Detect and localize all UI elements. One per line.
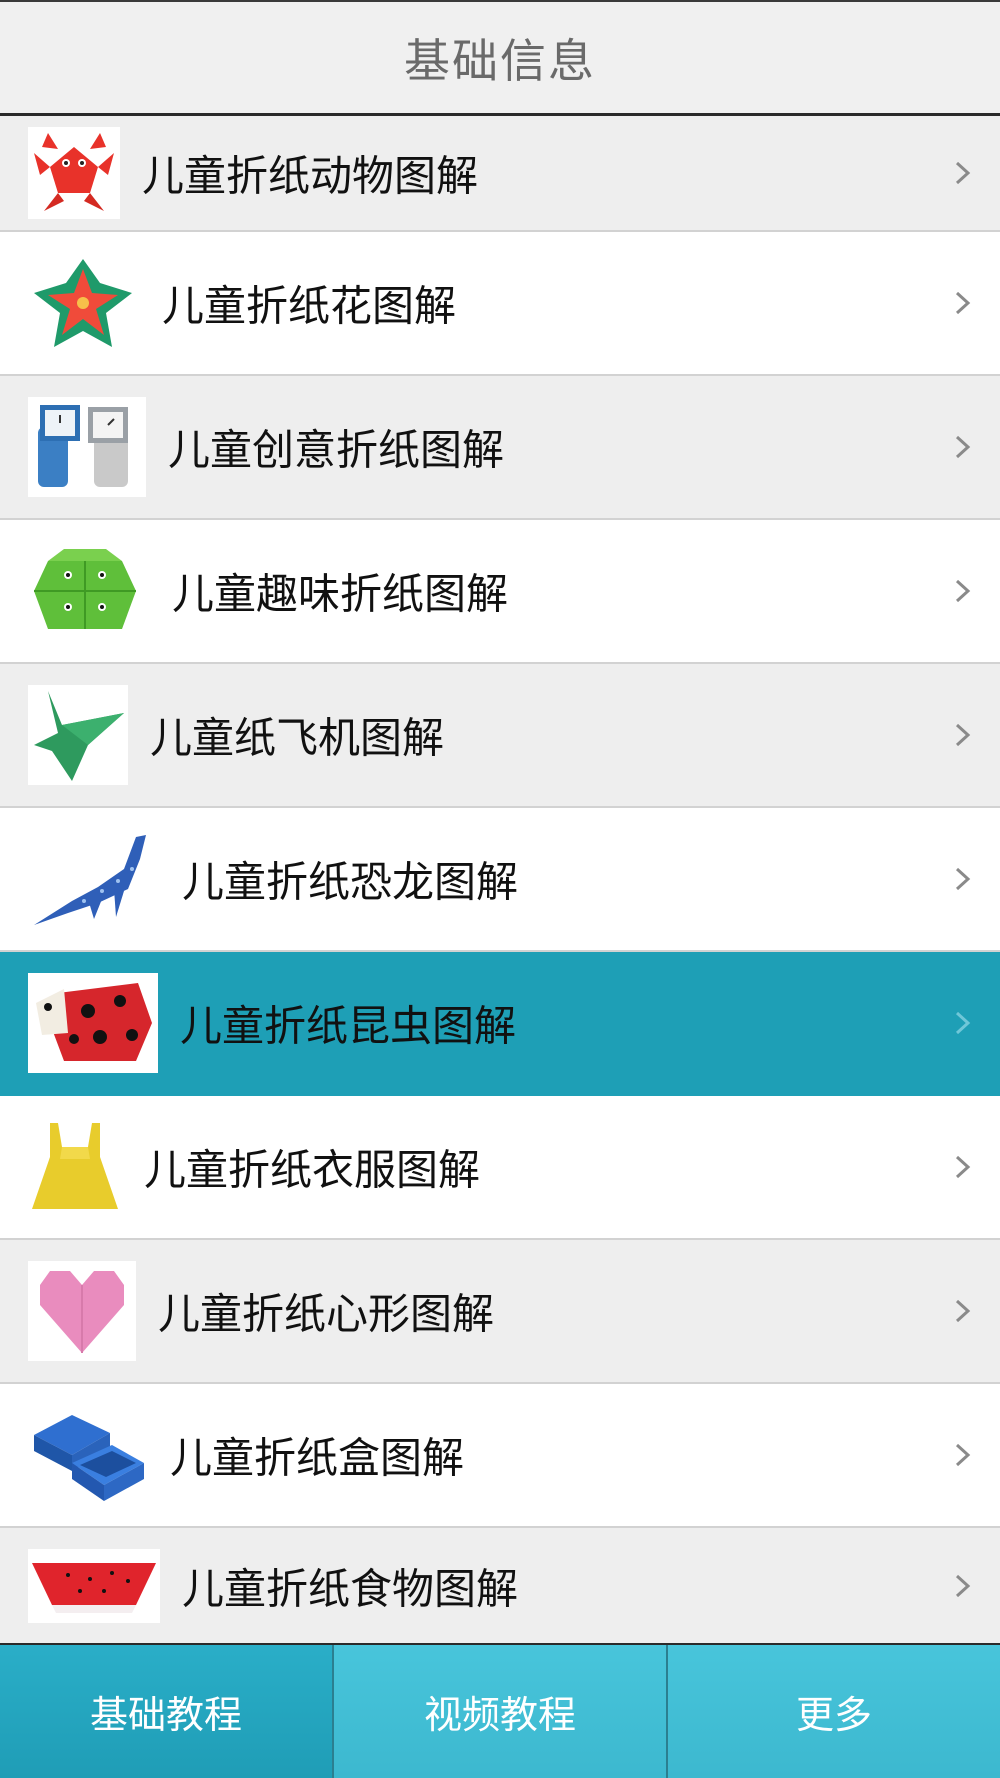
origami-watermelon-icon bbox=[28, 1548, 160, 1623]
chevron-right-icon bbox=[955, 723, 971, 747]
list-item-animal[interactable]: 儿童折纸动物图解 bbox=[0, 116, 1000, 232]
origami-flower-icon bbox=[28, 253, 138, 353]
chevron-right-icon bbox=[955, 161, 971, 185]
list-item-fun[interactable]: 儿童趣味折纸图解 bbox=[0, 520, 1000, 664]
tab-more[interactable]: 更多 bbox=[668, 1645, 1000, 1778]
list-item-label: 儿童纸飞机图解 bbox=[150, 713, 445, 763]
list-item-label: 儿童创意折纸图解 bbox=[168, 425, 505, 475]
list-item-flower[interactable]: 儿童折纸花图解 bbox=[0, 232, 1000, 376]
origami-box-icon bbox=[28, 1405, 148, 1505]
chevron-right-icon bbox=[955, 1011, 971, 1035]
origami-watch-icon bbox=[28, 397, 146, 497]
chevron-right-icon bbox=[955, 1155, 971, 1179]
origami-crab-icon bbox=[28, 127, 120, 219]
list-item-airplane[interactable]: 儿童纸飞机图解 bbox=[0, 664, 1000, 808]
tab-video-tutorial[interactable]: 视频教程 bbox=[334, 1645, 668, 1778]
list-item-dinosaur[interactable]: 儿童折纸恐龙图解 bbox=[0, 808, 1000, 952]
list-item-heart[interactable]: 儿童折纸心形图解 bbox=[0, 1240, 1000, 1384]
tab-basic-tutorial[interactable]: 基础教程 bbox=[0, 1645, 334, 1778]
chevron-right-icon bbox=[955, 435, 971, 459]
list-item-label: 儿童折纸昆虫图解 bbox=[180, 1001, 517, 1051]
page-title: 基础信息 bbox=[404, 33, 596, 88]
category-list[interactable]: 儿童折纸动物图解 儿童折纸花图解 儿童创意折纸图解 儿童趣味折纸图解 儿童纸飞机… bbox=[0, 116, 1000, 1643]
chevron-right-icon bbox=[955, 291, 971, 315]
list-item-label: 儿童折纸食物图解 bbox=[182, 1564, 519, 1613]
list-item-food[interactable]: 儿童折纸食物图解 bbox=[0, 1528, 1000, 1643]
list-item-label: 儿童折纸花图解 bbox=[162, 281, 457, 331]
origami-dress-icon bbox=[28, 1117, 122, 1217]
chevron-right-icon bbox=[955, 867, 971, 891]
list-item-creative[interactable]: 儿童创意折纸图解 bbox=[0, 376, 1000, 520]
bottom-tab-bar: 基础教程 视频教程 更多 bbox=[0, 1643, 1000, 1778]
origami-dinosaur-icon bbox=[28, 829, 156, 929]
origami-airplane-icon bbox=[28, 685, 128, 785]
chevron-right-icon bbox=[955, 1443, 971, 1467]
origami-heart-icon bbox=[28, 1261, 136, 1361]
list-item-clothes[interactable]: 儿童折纸衣服图解 bbox=[0, 1096, 1000, 1240]
list-item-label: 儿童折纸心形图解 bbox=[158, 1289, 495, 1339]
chevron-right-icon bbox=[955, 1574, 971, 1597]
chevron-right-icon bbox=[955, 1299, 971, 1323]
top-header: 基础信息 bbox=[0, 0, 1000, 116]
chevron-right-icon bbox=[955, 579, 971, 603]
origami-frog-icon bbox=[28, 541, 142, 641]
list-item-label: 儿童折纸盒图解 bbox=[170, 1433, 465, 1483]
list-item-label: 儿童折纸衣服图解 bbox=[144, 1145, 481, 1195]
list-item-label: 儿童折纸动物图解 bbox=[142, 151, 479, 201]
list-item-label: 儿童趣味折纸图解 bbox=[172, 569, 509, 619]
origami-ladybug-icon bbox=[28, 973, 158, 1073]
list-item-box[interactable]: 儿童折纸盒图解 bbox=[0, 1384, 1000, 1528]
list-item-label: 儿童折纸恐龙图解 bbox=[182, 857, 519, 907]
list-item-insect[interactable]: 儿童折纸昆虫图解 bbox=[0, 952, 1000, 1096]
